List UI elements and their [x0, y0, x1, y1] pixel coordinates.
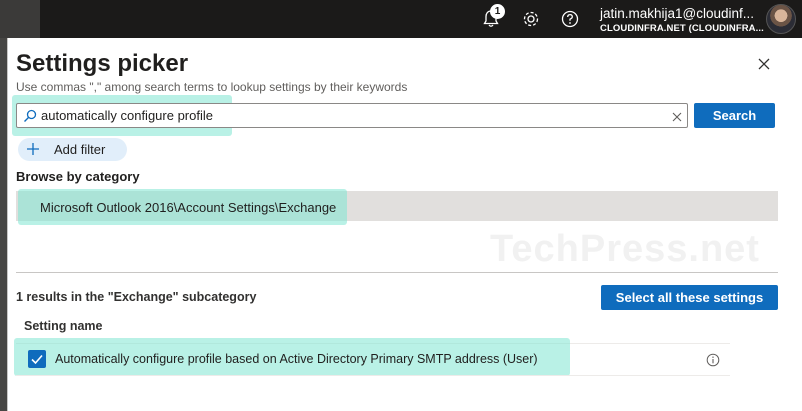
- setting-checkbox[interactable]: [28, 350, 46, 368]
- search-icon: [23, 109, 37, 123]
- plus-icon: [26, 142, 40, 156]
- divider: [16, 272, 778, 273]
- page-title: Settings picker: [16, 50, 189, 77]
- notification-badge: 1: [490, 4, 505, 19]
- user-name[interactable]: jatin.makhija1@cloudinf...: [600, 6, 754, 21]
- panel-border: [7, 38, 8, 411]
- avatar[interactable]: [766, 4, 796, 34]
- background-overlay: [0, 38, 7, 411]
- results-summary: 1 results in the "Exchange" subcategory: [16, 290, 257, 304]
- select-all-settings-button[interactable]: Select all these settings: [601, 285, 778, 310]
- add-filter-label: Add filter: [54, 142, 106, 157]
- checkmark-icon: [31, 354, 43, 365]
- page-subtitle: Use commas "," among search terms to loo…: [16, 80, 408, 94]
- table-row[interactable]: Automatically configure profile based on…: [55, 352, 538, 366]
- table-row-border: [16, 375, 730, 376]
- category-path[interactable]: Microsoft Outlook 2016\Account Settings\…: [40, 200, 336, 215]
- gear-icon[interactable]: [520, 8, 542, 30]
- portal-menu-area: [0, 0, 40, 38]
- help-icon[interactable]: [559, 8, 581, 30]
- column-header-setting-name: Setting name: [24, 319, 103, 333]
- close-icon[interactable]: [756, 56, 772, 72]
- search-input[interactable]: automatically configure profile: [16, 103, 688, 128]
- browse-by-category-label: Browse by category: [16, 169, 140, 184]
- info-icon[interactable]: [706, 353, 720, 367]
- add-filter-button[interactable]: Add filter: [18, 138, 127, 161]
- user-organization[interactable]: CLOUDINFRA.NET (CLOUDINFRA...: [600, 23, 764, 34]
- watermark: TechPress.net: [490, 228, 760, 270]
- clear-icon[interactable]: [671, 110, 683, 122]
- search-value: automatically configure profile: [41, 108, 213, 123]
- search-button[interactable]: Search: [694, 103, 775, 128]
